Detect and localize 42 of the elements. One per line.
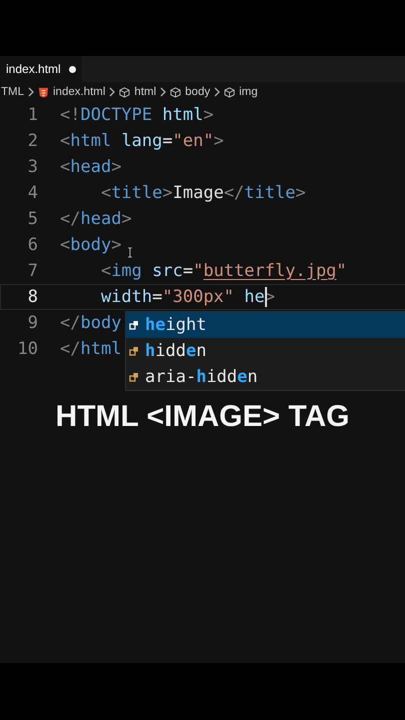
breadcrumb-item[interactable]: index.html	[53, 86, 106, 98]
unsaved-dot-icon	[68, 66, 76, 72]
line-number: 2	[26, 131, 38, 151]
cube-icon	[119, 86, 130, 98]
suggestion-item[interactable]: height	[126, 312, 405, 338]
chevron-icon	[109, 87, 116, 97]
cube-icon	[224, 86, 236, 98]
line-number: 9	[26, 313, 38, 333]
code-line: <title>Image</title>	[100, 182, 306, 205]
code-line: </head>	[60, 208, 132, 231]
line-number: 6	[26, 235, 38, 255]
symbol-icon	[129, 372, 139, 382]
chevron-icon	[28, 87, 34, 97]
line-number: 1	[26, 105, 38, 125]
code-line: <!DOCTYPE html>	[60, 104, 214, 127]
video-caption: HTML <IMAGE> TAG	[54, 400, 350, 434]
breadcrumb-item[interactable]: TML	[1, 86, 24, 98]
line-number: 7	[26, 261, 38, 281]
breadcrumb-item[interactable]: body	[185, 86, 210, 98]
symbol-icon	[129, 320, 139, 330]
code-line: </body	[60, 312, 122, 335]
breadcrumb-item[interactable]: html	[134, 86, 156, 98]
symbol-icon	[129, 346, 139, 356]
suggestion-item[interactable]: hidden	[126, 338, 405, 364]
code-line: <html lang="en">	[60, 130, 224, 153]
html-file-icon	[38, 86, 49, 98]
code-line: <body>	[60, 234, 122, 257]
editor-tab[interactable]: index.html	[0, 56, 82, 82]
code-line: <img src="butterfly.jpg"	[100, 260, 347, 283]
line-number: 10	[16, 339, 38, 359]
text-cursor-icon	[127, 247, 133, 258]
breadcrumb-item[interactable]: img	[239, 86, 258, 98]
chevron-icon	[214, 87, 220, 97]
line-number: 5	[26, 209, 38, 229]
chevron-icon	[160, 87, 166, 97]
cube-icon	[170, 86, 182, 98]
line-number: 4	[26, 183, 38, 203]
code-line: </html	[60, 338, 122, 361]
code-line: <head>	[60, 156, 122, 179]
suggestion-item[interactable]: aria-hidden	[126, 364, 405, 390]
line-number: 8	[26, 287, 38, 307]
line-number: 3	[26, 157, 38, 177]
